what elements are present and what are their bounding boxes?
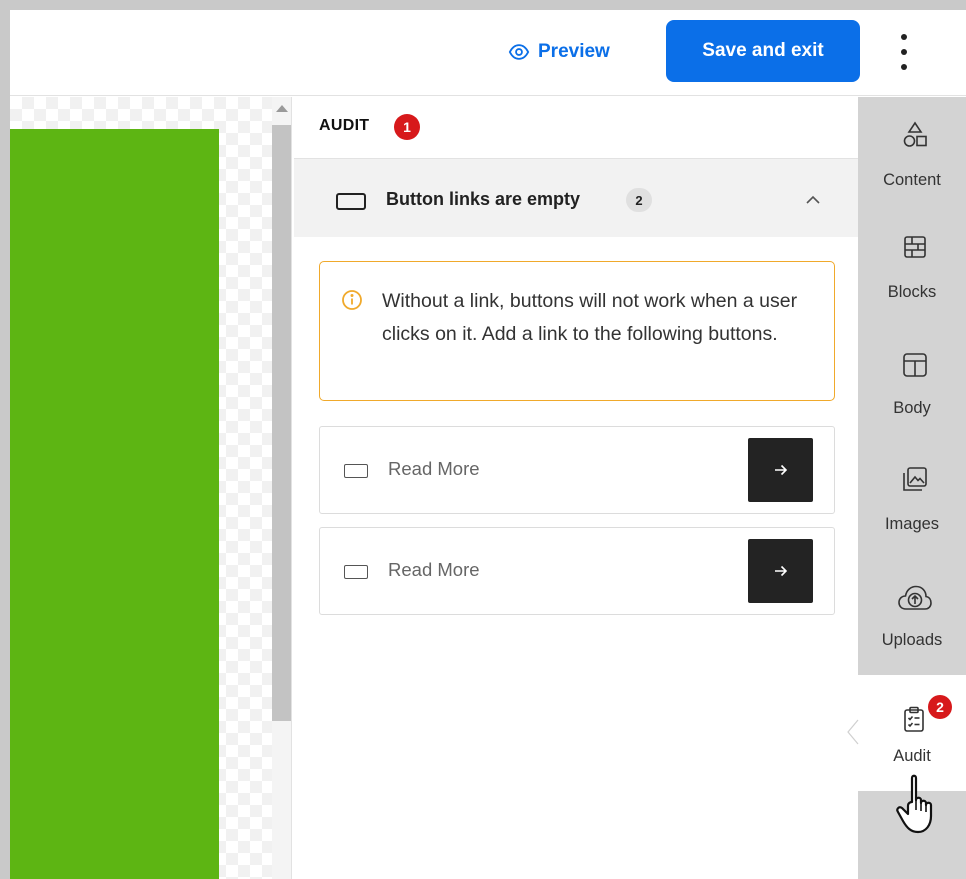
issue-item-count-badge: 2 <box>626 188 652 212</box>
sidebar-item-label: Blocks <box>887 283 937 301</box>
panel-collapse-notch-icon[interactable] <box>846 718 860 746</box>
chevron-up-icon[interactable] <box>804 193 822 207</box>
clipboard-check-icon <box>904 706 924 732</box>
sidebar-item-label: Content <box>883 171 941 189</box>
warning-message: Without a link, buttons will not work wh… <box>319 261 835 401</box>
button-outline-icon <box>344 464 368 478</box>
button-outline-icon <box>336 193 366 210</box>
canvas-green-block[interactable] <box>10 129 219 879</box>
blocks-icon <box>904 236 926 258</box>
issue-label: Button links are empty <box>386 189 581 209</box>
images-icon <box>903 467 927 491</box>
save-and-exit-button[interactable]: Save and exit <box>666 20 860 82</box>
cloud-upload-icon <box>898 585 932 610</box>
audit-panel: AUDIT 1 Button links are empty 2 Without… <box>294 97 858 879</box>
scroll-up-arrow-icon[interactable] <box>276 105 288 112</box>
issue-count-badge: 1 <box>394 114 420 140</box>
sidebar-item-label: Images <box>884 515 940 533</box>
shapes-icon <box>903 121 927 147</box>
layout-icon <box>903 353 927 377</box>
empty-link-button-item[interactable]: Read More <box>319 527 835 615</box>
arrow-right-icon <box>774 464 787 476</box>
more-dot-icon <box>901 49 907 55</box>
info-icon <box>342 290 362 310</box>
issue-button-links-empty[interactable]: Button links are empty 2 <box>294 159 858 237</box>
sidebar-item-body[interactable]: Body <box>858 329 966 445</box>
more-options-button[interactable] <box>890 34 918 70</box>
more-dot-icon <box>901 34 907 40</box>
sidebar-item-label: Body <box>893 399 931 417</box>
hand-pointer-cursor-icon <box>896 774 933 834</box>
button-outline-icon <box>344 565 368 579</box>
window-border-left <box>0 0 10 879</box>
sidebar-item-blocks[interactable]: Blocks <box>858 213 966 329</box>
warning-text: Without a link, buttons will not work wh… <box>382 290 798 345</box>
empty-link-button-item[interactable]: Read More <box>319 426 835 514</box>
more-dot-icon <box>901 64 907 70</box>
top-bar: Preview Save and exit <box>10 10 966 96</box>
tool-sidebar: Content Blocks Body Images Uploads 2 Aud… <box>858 97 966 879</box>
sidebar-item-content[interactable]: Content <box>858 97 966 213</box>
button-item-label: Read More <box>388 559 480 580</box>
email-canvas[interactable] <box>10 97 272 879</box>
audit-panel-header: AUDIT 1 <box>294 97 858 159</box>
sidebar-item-uploads[interactable]: Uploads <box>858 561 966 677</box>
window-border-top <box>0 0 966 10</box>
preview-label: Preview <box>538 41 610 62</box>
go-to-button[interactable] <box>748 539 813 603</box>
eye-icon <box>508 44 530 60</box>
sidebar-item-images[interactable]: Images <box>858 445 966 561</box>
audit-count-badge: 2 <box>928 695 952 719</box>
arrow-right-icon <box>774 565 787 577</box>
preview-button[interactable]: Preview <box>508 40 610 64</box>
button-item-label: Read More <box>388 458 480 479</box>
sidebar-item-label: Uploads <box>881 631 943 649</box>
canvas-scrollbar[interactable] <box>272 97 292 879</box>
sidebar-item-label: Audit <box>893 747 931 765</box>
panel-title: AUDIT <box>319 117 370 134</box>
editor-window: Preview Save and exit AUDIT 1 Button lin… <box>0 0 966 879</box>
go-to-button[interactable] <box>748 438 813 502</box>
scroll-thumb[interactable] <box>272 125 291 721</box>
